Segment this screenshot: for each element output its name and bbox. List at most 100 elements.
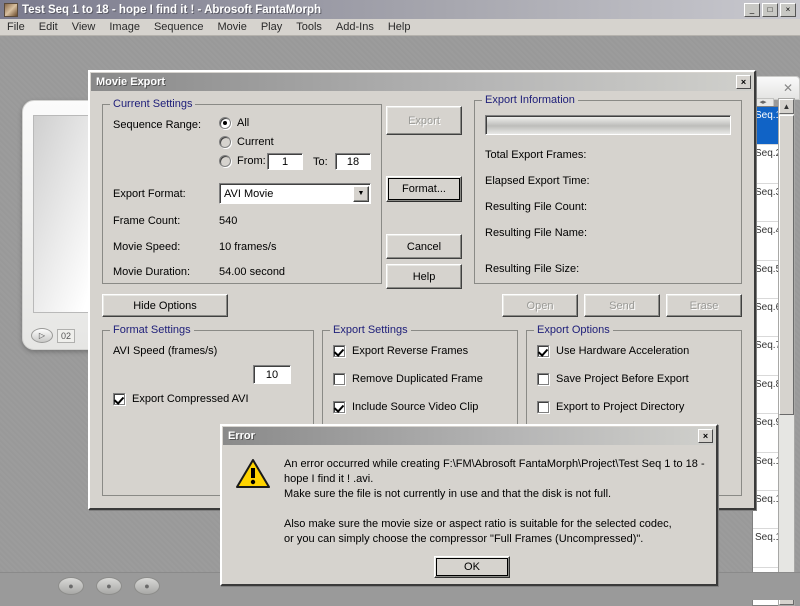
menu-item-file[interactable]: File <box>0 20 32 34</box>
menu-item-movie[interactable]: Movie <box>210 20 253 34</box>
movie-speed-value: 10 frames/s <box>219 241 276 253</box>
bottom-button-group: ● ● ● <box>58 577 160 595</box>
checkbox-label: Include Source Video Clip <box>352 401 478 413</box>
checkbox-label: Export to Project Directory <box>556 401 684 413</box>
checkbox-label: Remove Duplicated Frame <box>352 373 483 385</box>
radio-current-dot <box>219 136 231 148</box>
erase-button[interactable]: Erase <box>666 294 742 317</box>
window-titlebar: Test Seq 1 to 18 - hope I find it ! - Ab… <box>0 0 800 19</box>
radio-all[interactable]: All <box>219 117 249 129</box>
open-button[interactable]: Open <box>502 294 578 317</box>
maximize-button[interactable]: □ <box>762 3 778 17</box>
to-label: To: <box>313 156 328 168</box>
checkbox-label: Use Hardware Acceleration <box>556 345 689 357</box>
menu-item-tools[interactable]: Tools <box>289 20 329 34</box>
scrollbar-thumb[interactable] <box>779 115 794 415</box>
frame-count-label: Frame Count: <box>113 215 180 227</box>
export-button[interactable]: Export <box>386 106 462 135</box>
error-message-line-2: hope I find it ! .avi. <box>284 473 373 485</box>
checkbox-box <box>333 401 345 413</box>
checkbox-label: Save Project Before Export <box>556 373 689 385</box>
resulting-file-size-label: Resulting File Size: <box>485 263 579 275</box>
play-icon[interactable]: ▷ <box>31 328 53 343</box>
checkbox-use-hardware-acceleration[interactable]: Use Hardware Acceleration <box>537 345 689 357</box>
menu-item-sequence[interactable]: Sequence <box>147 20 211 34</box>
checkbox-include-source-video-clip[interactable]: Include Source Video Clip <box>333 401 478 413</box>
radio-current[interactable]: Current <box>219 136 274 148</box>
error-close-button[interactable]: × <box>698 429 713 443</box>
checkbox-box <box>113 393 125 405</box>
format-settings-caption: Format Settings <box>110 324 194 336</box>
radio-from[interactable]: From: <box>219 155 266 167</box>
export-progress-bar <box>485 115 731 135</box>
error-message-line-1: An error occurred while creating F:\FM\A… <box>284 458 705 470</box>
window-title: Test Seq 1 to 18 - hope I find it ! - Ab… <box>22 4 744 16</box>
menubar: File Edit View Image Sequence Movie Play… <box>0 19 800 36</box>
export-information-caption: Export Information <box>482 94 578 106</box>
resulting-file-name-label: Resulting File Name: <box>485 227 587 239</box>
nav-icon-3[interactable]: ● <box>134 577 160 595</box>
export-options-caption: Export Options <box>534 324 613 336</box>
frame-indicator: 02 <box>57 329 75 343</box>
minimize-button[interactable]: _ <box>744 3 760 17</box>
checkbox-box <box>333 373 345 385</box>
error-dialog: Error × An error occurred while creating… <box>220 424 718 586</box>
menu-item-view[interactable]: View <box>65 20 103 34</box>
menu-item-help[interactable]: Help <box>381 20 418 34</box>
checkbox-label: Export Compressed AVI <box>132 393 249 405</box>
from-input[interactable]: 1 <box>267 153 303 170</box>
nav-icon-1[interactable]: ● <box>58 577 84 595</box>
avi-speed-input[interactable]: 10 <box>253 365 291 384</box>
error-titlebar: Error × <box>223 427 715 445</box>
checkbox-remove-duplicated-frame[interactable]: Remove Duplicated Frame <box>333 373 483 385</box>
menu-item-image[interactable]: Image <box>102 20 147 34</box>
ok-button[interactable]: OK <box>434 556 510 578</box>
checkbox-save-project-before-export[interactable]: Save Project Before Export <box>537 373 689 385</box>
checkbox-box <box>537 345 549 357</box>
movie-duration-label: Movie Duration: <box>113 266 190 278</box>
chevron-down-icon[interactable]: ▼ <box>353 186 369 202</box>
radio-from-dot <box>219 155 231 167</box>
export-format-value: AVI Movie <box>220 188 352 200</box>
checkbox-export-reverse-frames[interactable]: Export Reverse Frames <box>333 345 468 357</box>
preview-controls: ▷ 02 <box>31 328 75 343</box>
format-button[interactable]: Format... <box>386 176 462 202</box>
to-input[interactable]: 18 <box>335 153 371 170</box>
radio-current-label: Current <box>237 136 274 148</box>
menu-item-edit[interactable]: Edit <box>32 20 65 34</box>
radio-all-dot <box>219 117 231 129</box>
checkbox-box <box>537 373 549 385</box>
close-icon[interactable]: ✕ <box>783 81 793 95</box>
scroll-up-button[interactable]: ▲ <box>779 99 794 114</box>
export-format-label: Export Format: <box>113 188 186 200</box>
movie-export-close-button[interactable]: × <box>736 75 751 89</box>
elapsed-export-time-label: Elapsed Export Time: <box>485 175 590 187</box>
menu-item-addins[interactable]: Add-Ins <box>329 20 381 34</box>
total-export-frames-label: Total Export Frames: <box>485 149 586 161</box>
frame-count-value: 540 <box>219 215 237 227</box>
checkbox-export-to-project-directory[interactable]: Export to Project Directory <box>537 401 684 413</box>
nav-icon-2[interactable]: ● <box>96 577 122 595</box>
checkbox-box <box>333 345 345 357</box>
send-button[interactable]: Send <box>584 294 660 317</box>
checkbox-export-compressed-avi[interactable]: Export Compressed AVI <box>113 393 249 405</box>
help-button[interactable]: Help <box>386 264 462 289</box>
radio-all-label: All <box>237 117 249 129</box>
movie-speed-label: Movie Speed: <box>113 241 180 253</box>
movie-export-titlebar: Movie Export × <box>91 73 753 91</box>
close-button[interactable]: × <box>780 3 796 17</box>
menu-item-play[interactable]: Play <box>254 20 289 34</box>
hide-options-button[interactable]: Hide Options <box>102 294 228 317</box>
cancel-button[interactable]: Cancel <box>386 234 462 259</box>
error-message-line-5: or you can simply choose the compressor … <box>284 533 643 545</box>
export-format-combo[interactable]: AVI Movie ▼ <box>219 183 371 204</box>
error-message-line-4: Also make sure the movie size or aspect … <box>284 518 672 530</box>
resulting-file-count-label: Resulting File Count: <box>485 201 587 213</box>
radio-from-label: From: <box>237 155 266 167</box>
sequence-scrollbar[interactable]: ▲ ▼ <box>778 98 795 606</box>
checkbox-label: Export Reverse Frames <box>352 345 468 357</box>
app-icon <box>4 3 18 17</box>
movie-export-title: Movie Export <box>93 76 736 88</box>
avi-speed-label: AVI Speed (frames/s) <box>113 345 217 357</box>
checkbox-box <box>537 401 549 413</box>
